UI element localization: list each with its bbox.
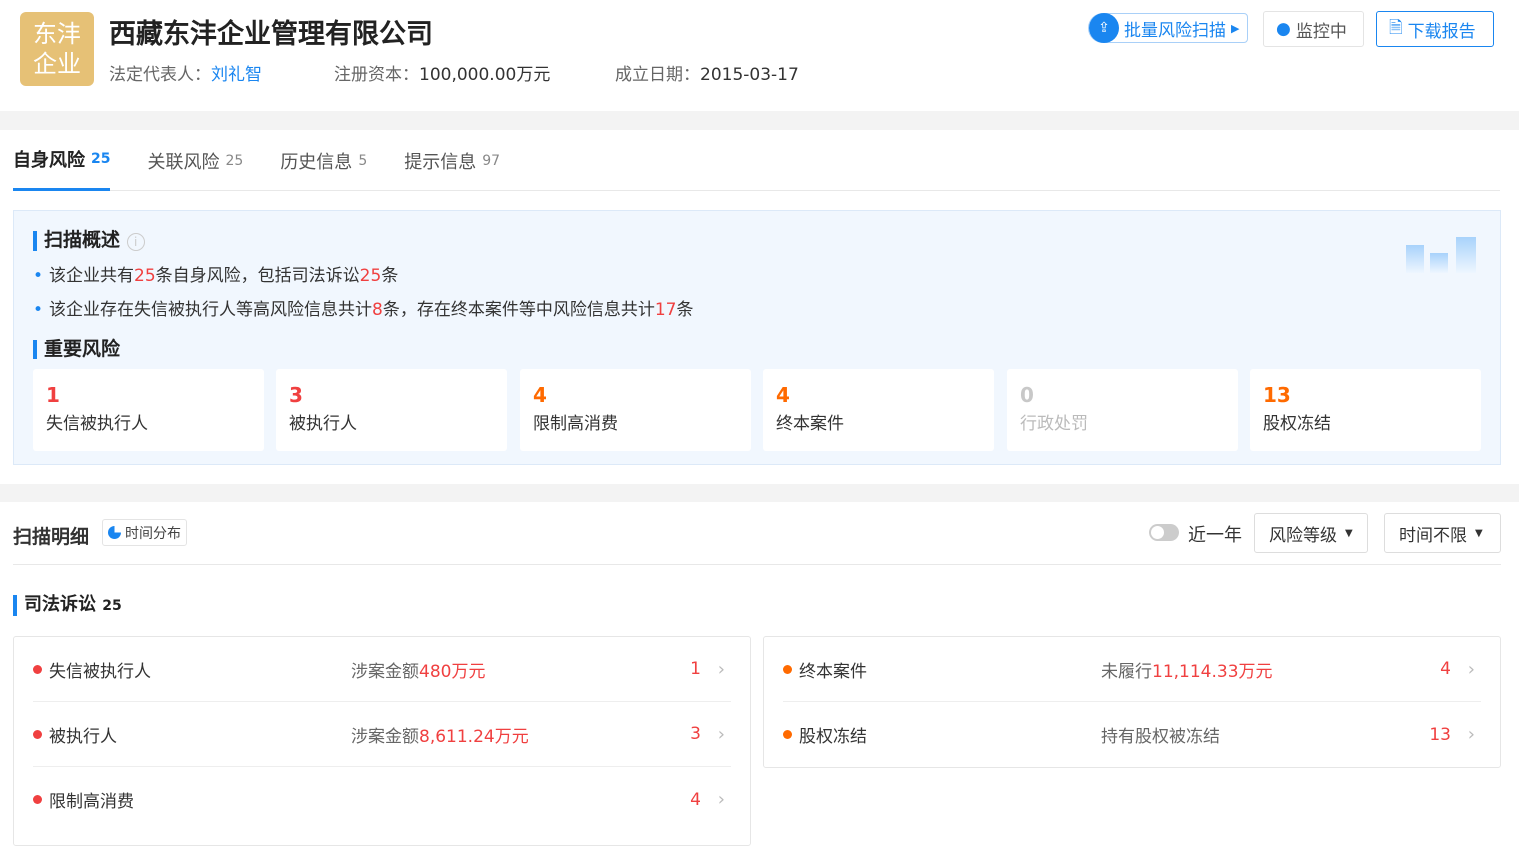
risk-card[interactable]: 13 股权冻结 xyxy=(1250,369,1481,451)
judicial-section-title: 司法诉讼 25 xyxy=(13,595,122,616)
important-risk-title: 重要风险 xyxy=(33,340,120,359)
location-pin-icon: ● xyxy=(1276,19,1291,39)
divider xyxy=(0,484,1519,502)
tab-history[interactable]: 历史信息 5 xyxy=(280,130,367,191)
pie-chart-icon xyxy=(108,526,121,539)
list-item[interactable]: 限制高消费 4 › xyxy=(33,767,731,832)
risk-tabs: 自身风险 25 关联风险 25 历史信息 5 提示信息 97 xyxy=(13,130,1500,191)
recent-year-toggle[interactable] xyxy=(1149,524,1179,541)
caret-right-icon: ▶ xyxy=(1231,21,1240,35)
detail-title: 扫描明细 xyxy=(13,526,90,548)
registered-capital: 注册资本：100,000.00万元 xyxy=(334,65,551,85)
caret-down-icon: ▼ xyxy=(1475,527,1483,539)
chart-illustration-icon xyxy=(1394,235,1479,275)
batch-scan-button[interactable]: ⇪ 批量风险扫描 ▶ xyxy=(1088,13,1249,43)
chevron-right-icon: › xyxy=(717,658,725,680)
list-item[interactable]: 失信被执行人 涉案金额480万元 1 › xyxy=(33,637,731,702)
right-risk-panel: 终本案件 未履行11,114.33万元 4 › 股权冻结 持有股权被冻结 13 › xyxy=(763,636,1501,768)
risk-card[interactable]: 4 终本案件 xyxy=(763,369,994,451)
divider xyxy=(13,564,1501,565)
pdf-file-icon: 🗎 xyxy=(1389,17,1403,38)
time-distribution-button[interactable]: 时间分布 xyxy=(102,519,187,546)
scan-summary: 扫描概述 i 该企业共有25条自身风险，包括司法诉讼25条 该企业存在失信被执行… xyxy=(13,210,1501,465)
risk-card[interactable]: 3 被执行人 xyxy=(276,369,507,451)
download-report-button[interactable]: 🗎 下载报告 xyxy=(1376,11,1494,47)
chevron-right-icon: › xyxy=(717,789,725,810)
chevron-right-icon: › xyxy=(1467,658,1475,680)
left-risk-panel: 失信被执行人 涉案金额480万元 1 › 被执行人 涉案金额8,611.24万元 3 › 限… xyxy=(13,636,751,846)
risk-card[interactable]: 1 失信被执行人 xyxy=(33,369,264,451)
founded-date: 成立日期：2015-03-17 xyxy=(615,65,799,85)
summary-line-1: 该企业共有25条自身风险，包括司法诉讼25条 xyxy=(33,261,398,286)
risk-card[interactable]: 4 限制高消费 xyxy=(520,369,751,451)
summary-line-2: 该企业存在失信被执行人等高风险信息共计8条，存在终本案件等中风险信息共计17条 xyxy=(33,295,693,320)
tab-related-risk[interactable]: 关联风险 25 xyxy=(147,130,243,191)
caret-down-icon: ▼ xyxy=(1345,527,1353,539)
legal-rep: 法定代表人：刘礼智 xyxy=(109,65,262,85)
legal-rep-link[interactable]: 刘礼智 xyxy=(211,65,262,85)
tab-self-risk[interactable]: 自身风险 25 xyxy=(13,130,111,191)
tab-hints[interactable]: 提示信息 97 xyxy=(404,130,500,191)
summary-title: 扫描概述 i xyxy=(33,231,145,251)
upload-box-icon: ⇪ xyxy=(1089,13,1119,43)
chevron-right-icon: › xyxy=(717,723,725,745)
toggle-label: 近一年 xyxy=(1188,525,1242,546)
monitor-button[interactable]: ● 监控中 xyxy=(1263,11,1364,47)
list-item[interactable]: 被执行人 涉案金额8,611.24万元 3 › xyxy=(33,702,731,767)
divider xyxy=(0,111,1519,130)
list-item[interactable]: 终本案件 未履行11,114.33万元 4 › xyxy=(783,637,1481,702)
list-item[interactable]: 股权冻结 持有股权被冻结 13 › xyxy=(783,702,1481,767)
chevron-right-icon: › xyxy=(1467,724,1475,745)
risk-card: 0 行政处罚 xyxy=(1007,369,1238,451)
risk-level-dropdown[interactable]: 风险等级 ▼ xyxy=(1254,513,1368,553)
info-icon[interactable]: i xyxy=(126,233,145,251)
time-range-dropdown[interactable]: 时间不限 ▼ xyxy=(1384,513,1501,553)
company-name: 西藏东沣企业管理有限公司 xyxy=(109,19,433,50)
company-logo: 东沣企业 xyxy=(20,12,94,86)
